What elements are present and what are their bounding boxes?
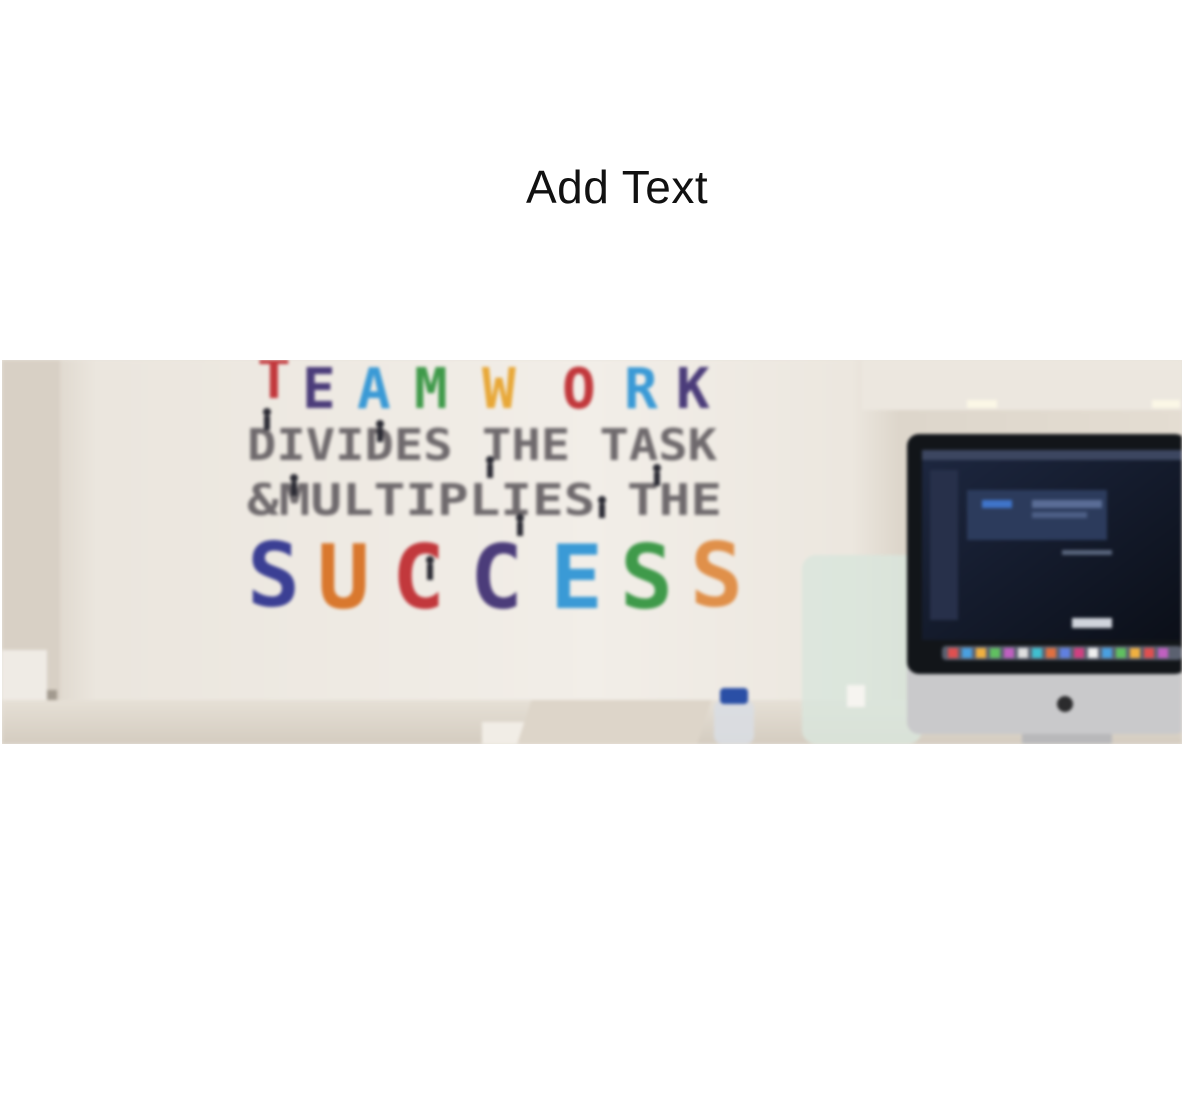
panorama-photo[interactable]: T E A M W O R K DIVIDES THE TASK &MULTIP… <box>2 360 1182 744</box>
svg-text:O: O <box>562 360 596 422</box>
svg-text:M: M <box>414 360 448 422</box>
panorama-photo-drawing: T E A M W O R K DIVIDES THE TASK &MULTIP… <box>2 360 1182 744</box>
svg-text:&MULTIPLIES THE: &MULTIPLIES THE <box>247 475 722 526</box>
svg-text:R: R <box>624 360 658 422</box>
add-text-label: Add Text <box>526 161 709 213</box>
imac-monitor <box>907 434 1182 744</box>
svg-text:S: S <box>620 526 673 629</box>
svg-text:DIVIDES THE TASK: DIVIDES THE TASK <box>247 420 718 471</box>
wall-letter: T <box>257 360 291 412</box>
svg-text:W: W <box>482 360 516 422</box>
svg-text:E: E <box>302 360 336 422</box>
svg-text:K: K <box>676 360 710 422</box>
svg-text:C: C <box>392 526 445 629</box>
svg-text:E: E <box>550 526 603 629</box>
svg-text:S: S <box>690 524 743 627</box>
svg-text:U: U <box>317 526 370 629</box>
svg-text:A: A <box>357 360 391 422</box>
svg-text:S: S <box>247 524 300 627</box>
svg-text:C: C <box>470 526 523 629</box>
